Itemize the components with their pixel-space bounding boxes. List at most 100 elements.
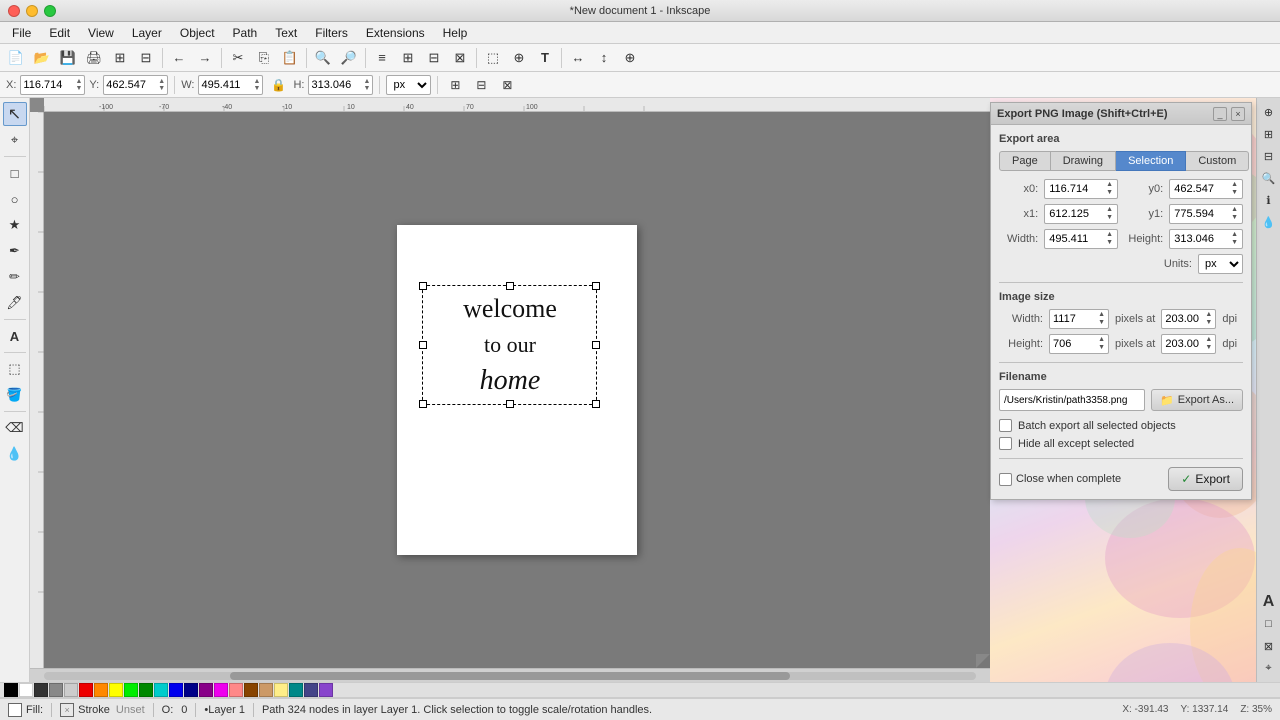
height-down[interactable]: ▼ <box>1231 239 1238 247</box>
h-spin-up[interactable]: ▲ <box>364 78 371 85</box>
node-button[interactable]: ⬚ <box>481 46 505 70</box>
maximize-button[interactable] <box>44 5 56 17</box>
x-input[interactable]: 116.714 ▲ ▼ <box>20 75 85 95</box>
close-when-complete-checkbox[interactable] <box>999 473 1012 486</box>
color-beige[interactable] <box>274 683 288 697</box>
h-input[interactable]: 313.046 ▲ ▼ <box>308 75 373 95</box>
color-brown[interactable] <box>244 683 258 697</box>
x0-up[interactable]: ▲ <box>1106 181 1113 189</box>
handle-top-right[interactable] <box>592 282 600 290</box>
imgh-down[interactable]: ▼ <box>1098 344 1105 352</box>
color-lime[interactable] <box>124 683 138 697</box>
import-button[interactable]: ⊞ <box>108 46 132 70</box>
imgw-down[interactable]: ▼ <box>1098 319 1105 327</box>
close-button[interactable] <box>8 5 20 17</box>
handle-bottom-left[interactable] <box>419 400 427 408</box>
tab-drawing[interactable]: Drawing <box>1051 151 1116 171</box>
tab-custom[interactable]: Custom <box>1186 151 1249 171</box>
menu-filters[interactable]: Filters <box>307 24 356 42</box>
dpi1-up[interactable]: ▲ <box>1205 311 1212 319</box>
height-input[interactable]: 313.046 ▲ ▼ <box>1169 229 1243 249</box>
batch-export-checkbox[interactable] <box>999 419 1012 432</box>
width-up[interactable]: ▲ <box>1106 231 1113 239</box>
eraser-tool[interactable]: ⌫ <box>3 416 27 440</box>
group-button[interactable]: ⊟ <box>422 46 446 70</box>
x-spin-down[interactable]: ▼ <box>75 85 82 92</box>
filename-input[interactable]: /Users/Kristin/path3358.png <box>999 389 1145 411</box>
h-scrollbar[interactable] <box>30 668 990 682</box>
flip-h-button[interactable]: ↔ <box>566 46 590 70</box>
y-input[interactable]: 462.547 ▲ ▼ <box>103 75 168 95</box>
imgw-up[interactable]: ▲ <box>1098 311 1105 319</box>
x1-up[interactable]: ▲ <box>1106 206 1113 214</box>
open-button[interactable]: 📂 <box>30 46 54 70</box>
dropper-tool[interactable]: 💧 <box>3 442 27 466</box>
color-black[interactable] <box>4 683 18 697</box>
dpi-input-1[interactable]: 203.00 ▲ ▼ <box>1161 309 1216 329</box>
color-violet[interactable] <box>319 683 333 697</box>
save-button[interactable]: 💾 <box>56 46 80 70</box>
align-button[interactable]: ≡ <box>370 46 394 70</box>
x0-down[interactable]: ▼ <box>1106 189 1113 197</box>
w-spin-down[interactable]: ▼ <box>254 85 261 92</box>
y-spin-up[interactable]: ▲ <box>158 78 165 85</box>
menu-text[interactable]: Text <box>267 24 305 42</box>
menu-help[interactable]: Help <box>435 24 476 42</box>
y0-up[interactable]: ▲ <box>1231 181 1238 189</box>
redo-button[interactable]: → <box>193 46 217 70</box>
menu-edit[interactable]: Edit <box>41 24 78 42</box>
calligraphy-tool[interactable]: 🖊 <box>3 291 27 315</box>
w-spin-up[interactable]: ▲ <box>254 78 261 85</box>
w-input[interactable]: 495.411 ▲ ▼ <box>198 75 263 95</box>
rt-info[interactable]: ℹ <box>1259 190 1279 210</box>
circle-tool[interactable]: ○ <box>3 187 27 211</box>
rt-guides[interactable]: ⊟ <box>1259 146 1279 166</box>
path-button[interactable]: ⊕ <box>507 46 531 70</box>
color-purple[interactable] <box>199 683 213 697</box>
distribute-button[interactable]: ⊞ <box>396 46 420 70</box>
transform-button[interactable]: ⊞ <box>444 74 466 96</box>
color-green[interactable] <box>139 683 153 697</box>
img-width-input[interactable]: 1117 ▲ ▼ <box>1049 309 1109 329</box>
zoom-in-button[interactable]: 🔍 <box>311 46 335 70</box>
rt-text-large[interactable]: A <box>1259 592 1279 612</box>
handle-bottom-right[interactable] <box>592 400 600 408</box>
zoom-out-button[interactable]: 🔎 <box>337 46 361 70</box>
color-indigo[interactable] <box>304 683 318 697</box>
rt-snap[interactable]: ⊕ <box>1259 102 1279 122</box>
hide-except-checkbox[interactable] <box>999 437 1012 450</box>
y-spin-down[interactable]: ▼ <box>158 85 165 92</box>
dpi2-up[interactable]: ▲ <box>1205 336 1212 344</box>
rt-eyedrop[interactable]: 💧 <box>1259 212 1279 232</box>
color-blue[interactable] <box>169 683 183 697</box>
export-as-button[interactable]: 📁 Export As... <box>1151 389 1243 411</box>
lock-aspect-button[interactable]: 🔒 <box>267 74 289 96</box>
position-button[interactable]: ⊟ <box>470 74 492 96</box>
menu-extensions[interactable]: Extensions <box>358 24 433 42</box>
units-select[interactable]: px mm cm in <box>386 75 431 95</box>
flip-v-button[interactable]: ↕ <box>592 46 616 70</box>
h-spin-down[interactable]: ▼ <box>364 85 371 92</box>
panel-collapse-btn[interactable]: _ <box>1213 107 1227 121</box>
tab-page[interactable]: Page <box>999 151 1051 171</box>
new-button[interactable]: 📄 <box>4 46 28 70</box>
star-tool[interactable]: ★ <box>3 213 27 237</box>
imgh-up[interactable]: ▲ <box>1098 336 1105 344</box>
export-button[interactable]: ✓ Export <box>1168 467 1243 491</box>
units-dropdown[interactable]: px mm cm in <box>1198 254 1243 274</box>
color-red[interactable] <box>79 683 93 697</box>
rt-page[interactable]: □ <box>1259 614 1279 634</box>
copy-button[interactable]: ⎘ <box>252 46 276 70</box>
tab-selection[interactable]: Selection <box>1116 151 1186 171</box>
select-tool[interactable]: ↖ <box>3 102 27 126</box>
width-down[interactable]: ▼ <box>1106 239 1113 247</box>
y0-input[interactable]: 462.547 ▲ ▼ <box>1169 179 1243 199</box>
menu-path[interactable]: Path <box>225 24 266 42</box>
color-white[interactable] <box>19 683 33 697</box>
bezier-tool[interactable]: ✒ <box>3 239 27 263</box>
dpi1-down[interactable]: ▼ <box>1205 319 1212 327</box>
h-scrollbar-thumb[interactable] <box>230 672 789 680</box>
rt-grid2[interactable]: ⊠ <box>1259 636 1279 656</box>
gradient-tool[interactable]: ⬚ <box>3 357 27 381</box>
color-cyan[interactable] <box>154 683 168 697</box>
